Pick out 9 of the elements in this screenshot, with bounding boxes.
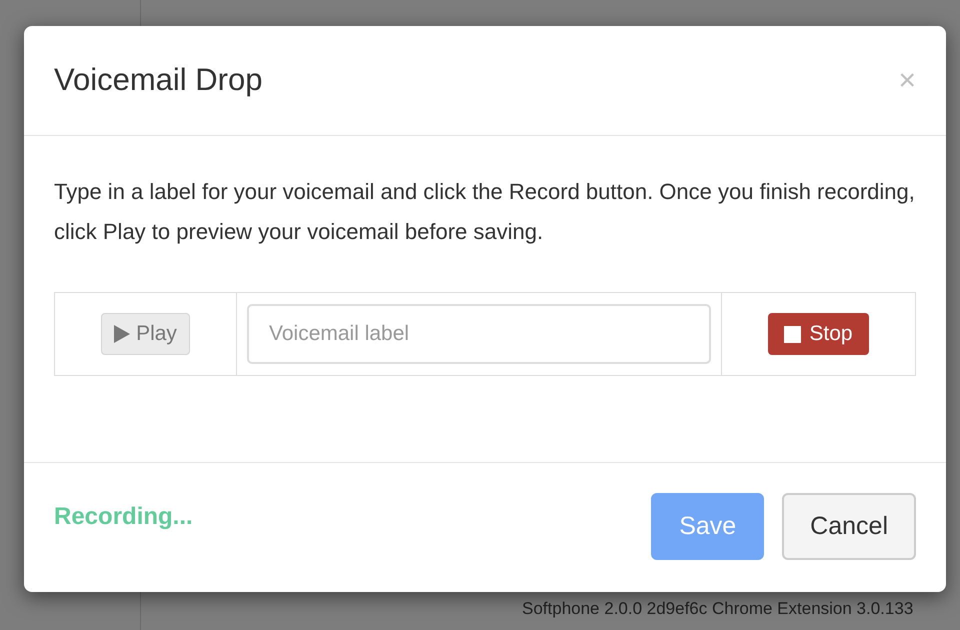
stop-button[interactable]: Stop	[768, 313, 869, 355]
recording-status: Recording...	[54, 502, 193, 532]
label-field[interactable]: Voicemail label	[247, 304, 711, 364]
stop-icon	[784, 326, 802, 342]
play-icon	[114, 325, 130, 343]
dialog-title: Voicemail Drop	[54, 61, 262, 100]
cancel-button[interactable]: Cancel	[782, 493, 916, 560]
version-text: Softphone 2.0.0 2d9ef6c Chrome Extension 3.0.133	[522, 598, 914, 620]
instructions-text: Type in a label for your voicemail and click the Record button. Once you finish recording, click Play to preview your voicemail before saving.	[54, 178, 916, 246]
